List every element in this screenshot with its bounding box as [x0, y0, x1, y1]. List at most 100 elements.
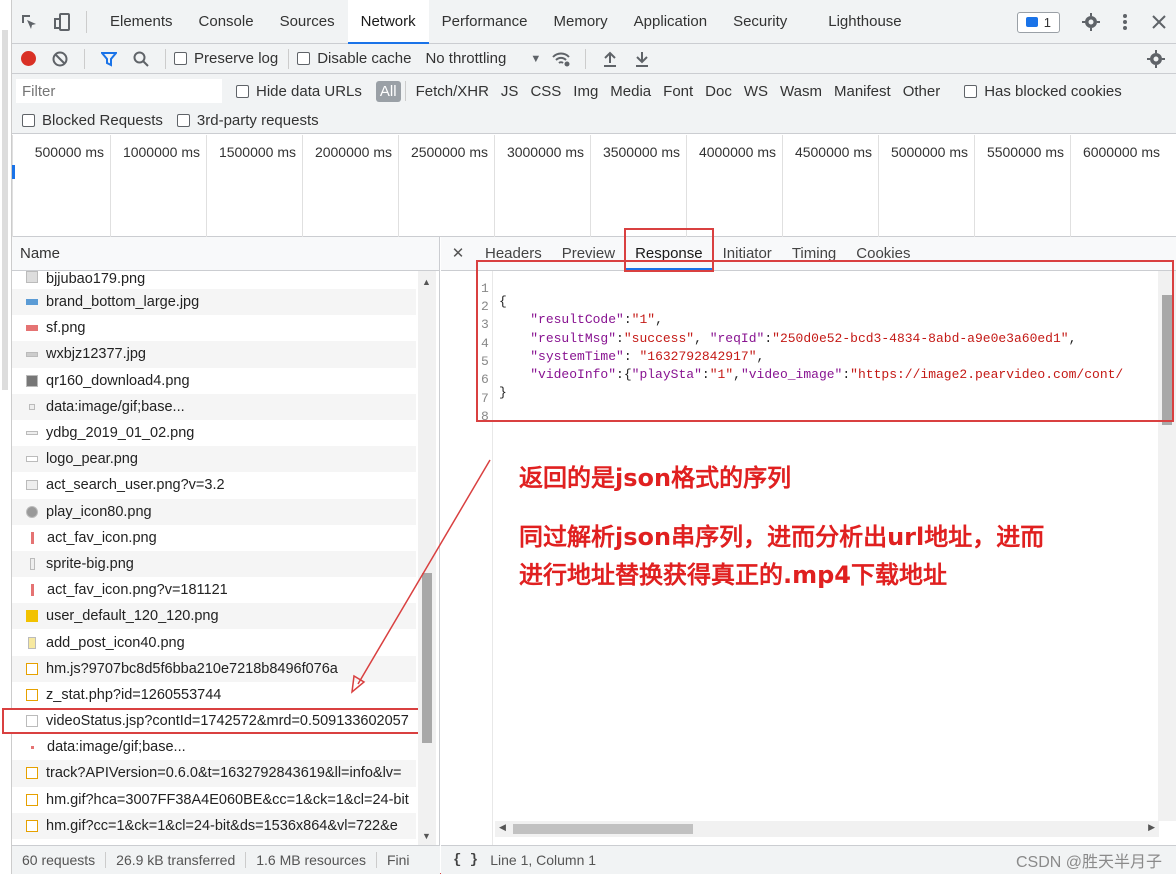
disable-cache-label: Disable cache [317, 50, 412, 67]
tab-timing[interactable]: Timing [782, 245, 846, 270]
filter-bar: Hide data URLs All Fetch/XHR JS CSS Img … [12, 74, 1176, 134]
type-filter-img[interactable]: Img [567, 83, 604, 100]
type-filter-media[interactable]: Media [604, 83, 657, 100]
type-filter-doc[interactable]: Doc [699, 83, 738, 100]
tab-elements[interactable]: Elements [97, 0, 186, 44]
page-scrollbar[interactable] [0, 0, 12, 874]
preserve-log-checkbox[interactable]: Preserve log [174, 50, 278, 67]
response-vertical-scrollbar[interactable] [1158, 271, 1176, 821]
request-row[interactable]: hm.gif?cc=1&ck=1&cl=24-bit&ds=1536x864&v… [12, 812, 416, 839]
filter-icon[interactable] [93, 44, 125, 74]
has-blocked-cookies-checkbox[interactable]: Has blocked cookies [964, 83, 1122, 100]
request-row[interactable]: act_fav_icon.png?v=181121 [12, 577, 416, 604]
network-toolbar: Preserve log Disable cache No throttling… [12, 44, 1176, 74]
type-filter-all[interactable]: All [375, 80, 401, 102]
request-row[interactable]: user_default_120_120.png [12, 603, 416, 630]
request-row[interactable]: play_icon80.png [12, 498, 416, 525]
type-filter-font[interactable]: Font [657, 83, 699, 100]
finish-time: Fini [386, 852, 410, 868]
inspect-element-icon[interactable] [12, 0, 46, 44]
tab-sources[interactable]: Sources [267, 0, 348, 44]
request-row[interactable]: data:image/gif;base... [12, 734, 416, 761]
timeline-tick: 2500000 ms [398, 135, 494, 237]
scroll-up-icon[interactable]: ▲ [422, 277, 431, 287]
network-settings-gear-icon[interactable] [1140, 44, 1172, 74]
detail-tabs: ✕ Headers Preview Response Initiator Tim… [441, 237, 1176, 271]
network-conditions-icon[interactable] [545, 44, 577, 74]
disable-cache-checkbox[interactable]: Disable cache [297, 50, 411, 67]
request-row[interactable]: logo_pear.png [12, 446, 416, 473]
tab-security[interactable]: Security [720, 0, 800, 44]
requests-scrollbar[interactable]: ▲ ▼ [418, 271, 436, 845]
clear-icon[interactable] [44, 44, 76, 74]
request-row[interactable]: act_search_user.png?v=3.2 [12, 472, 416, 499]
request-row[interactable]: data:image/gif;base... [12, 393, 416, 420]
response-body[interactable]: { "resultCode":"1", "resultMsg":"success… [499, 293, 1123, 403]
request-row[interactable]: wxbjz12377.jpg [12, 341, 416, 368]
request-row[interactable]: brand_bottom_large.jpg [12, 289, 416, 316]
has-blocked-cookies-label: Has blocked cookies [984, 82, 1122, 100]
name-column-header[interactable]: Name [12, 237, 439, 271]
more-options-icon[interactable] [1108, 0, 1142, 44]
request-row[interactable]: qr160_download4.png [12, 367, 416, 394]
cursor-position: Line 1, Column 1 [490, 852, 597, 868]
request-row[interactable]: ydbg_2019_01_02.png [12, 419, 416, 447]
type-filter-css[interactable]: CSS [524, 83, 567, 100]
type-filter-other[interactable]: Other [897, 83, 947, 100]
annotation-text: 返回的是json格式的序列 [519, 464, 792, 492]
tab-performance[interactable]: Performance [429, 0, 541, 44]
tab-initiator[interactable]: Initiator [713, 245, 782, 270]
type-filter-js[interactable]: JS [495, 83, 525, 100]
tab-preview[interactable]: Preview [552, 245, 625, 270]
request-row[interactable]: z_stat.php?id=1260553744 [12, 681, 416, 708]
timeline-tick: 4500000 ms [782, 135, 878, 237]
timeline-overview[interactable]: 500000 ms 1000000 ms 1500000 ms 2000000 … [12, 135, 1176, 237]
timeline-tick: 2000000 ms [302, 135, 398, 237]
scroll-right-icon[interactable]: ▶ [1148, 822, 1155, 833]
throttling-select[interactable]: No throttling ▼ [425, 50, 541, 67]
resources-size: 1.6 MB resources [246, 852, 377, 868]
export-har-icon[interactable] [626, 44, 658, 74]
hide-data-urls-checkbox[interactable]: Hide data URLs [236, 83, 362, 100]
request-row[interactable]: hm.js?9707bc8d5f6bba210e7218b8496f076a [12, 655, 416, 682]
filter-input[interactable] [16, 79, 222, 103]
request-row[interactable]: act_fav_icon.png [12, 524, 416, 551]
close-icon[interactable] [1142, 0, 1176, 44]
type-filter-wasm[interactable]: Wasm [774, 83, 828, 100]
timeline-tick: 1000000 ms [110, 135, 206, 237]
response-horizontal-scrollbar[interactable]: ◀ ▶ [495, 821, 1159, 837]
import-har-icon[interactable] [594, 44, 626, 74]
request-row[interactable]: track?APIVersion=0.6.0&t=1632792843619&l… [12, 760, 416, 787]
tab-response[interactable]: Response [625, 245, 713, 270]
tab-network[interactable]: Network [347, 0, 429, 44]
request-row[interactable]: hm.gif?hca=3007FF38A4E060BE&cc=1&ck=1&cl… [12, 786, 416, 813]
type-filter-manifest[interactable]: Manifest [828, 83, 897, 100]
tab-memory[interactable]: Memory [541, 0, 621, 44]
throttling-value: No throttling [425, 50, 507, 67]
pretty-print-icon[interactable]: { } [453, 852, 478, 868]
scroll-left-icon[interactable]: ◀ [499, 822, 506, 833]
scroll-down-icon[interactable]: ▼ [422, 831, 431, 841]
request-row[interactable]: sf.png [12, 315, 416, 342]
blocked-requests-checkbox[interactable]: Blocked Requests [22, 112, 163, 129]
tab-application[interactable]: Application [621, 0, 720, 44]
tab-headers[interactable]: Headers [475, 245, 552, 270]
record-icon[interactable] [12, 44, 44, 74]
timeline-tick: 1500000 ms [206, 135, 302, 237]
third-party-requests-checkbox[interactable]: 3rd-party requests [176, 112, 319, 129]
settings-gear-icon[interactable] [1074, 0, 1108, 44]
search-icon[interactable] [125, 44, 157, 74]
tab-console[interactable]: Console [186, 0, 267, 44]
request-row[interactable]: add_post_icon40.png [12, 629, 416, 656]
tab-cookies[interactable]: Cookies [846, 245, 920, 270]
close-detail-icon[interactable]: ✕ [441, 244, 475, 270]
device-toolbar-icon[interactable] [46, 0, 80, 44]
request-row-selected[interactable]: videoStatus.jsp?contId=1742572&mrd=0.509… [2, 708, 422, 735]
request-row[interactable]: bjjubao179.png [12, 271, 416, 289]
tab-lighthouse[interactable]: Lighthouse [800, 0, 914, 44]
type-filter-fetch-xhr[interactable]: Fetch/XHR [410, 83, 495, 100]
transferred-size: 26.9 kB transferred [106, 852, 247, 868]
type-filter-ws[interactable]: WS [738, 83, 774, 100]
issues-badge[interactable]: 1 [1016, 11, 1060, 33]
request-row[interactable]: sprite-big.png [12, 550, 416, 578]
